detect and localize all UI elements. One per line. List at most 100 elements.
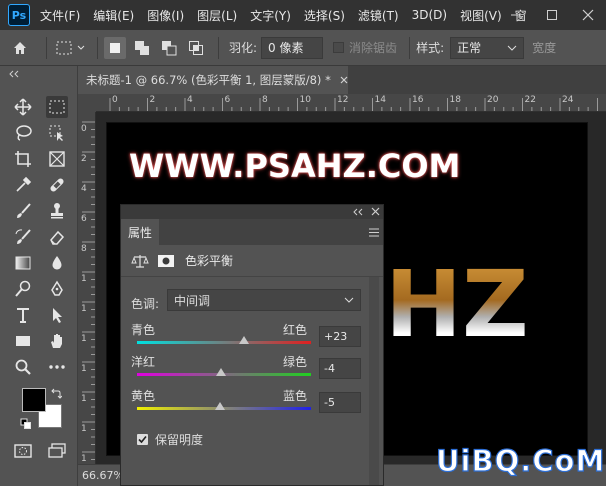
divider: [97, 36, 98, 59]
marquee-tool[interactable]: [46, 96, 68, 118]
eyedropper-icon: [16, 176, 32, 192]
menu-layer[interactable]: 图层(L): [197, 7, 237, 24]
panel-scrollbar[interactable]: [369, 277, 379, 485]
maximize-button[interactable]: [534, 0, 570, 30]
gradient-tool[interactable]: [12, 252, 34, 274]
frame-tool[interactable]: [46, 148, 68, 170]
slider-track[interactable]: [137, 341, 311, 344]
close-tab-icon[interactable]: [339, 75, 348, 85]
feather-input[interactable]: 0 像素: [261, 36, 324, 59]
quick-mask-button[interactable]: [12, 440, 34, 462]
minimize-button[interactable]: [498, 0, 534, 30]
preserve-luminosity-option[interactable]: 保留明度: [137, 431, 203, 448]
slider-value-input[interactable]: -4: [319, 358, 361, 379]
clone-stamp-tool[interactable]: [46, 200, 68, 222]
menu-select[interactable]: 选择(S): [304, 7, 345, 24]
close-window-button[interactable]: [570, 0, 606, 30]
foreground-color-swatch[interactable]: [22, 388, 46, 412]
lasso-tool[interactable]: [12, 122, 34, 144]
pen-tool[interactable]: [46, 278, 68, 300]
menu-filter[interactable]: 滤镜(T): [358, 7, 399, 24]
ruler-origin[interactable]: [78, 94, 96, 112]
more-tools-button[interactable]: [46, 356, 68, 378]
eraser-tool[interactable]: [46, 226, 68, 248]
default-colors-icon[interactable]: [20, 418, 32, 430]
home-icon: [14, 41, 26, 54]
tab-properties[interactable]: 属性: [121, 219, 159, 245]
collapse-panel-icon[interactable]: [8, 70, 20, 78]
more-icon: [49, 365, 65, 369]
subtract-selection-icon: [162, 40, 177, 55]
add-selection-button[interactable]: [131, 37, 153, 59]
ruler-label: 1: [81, 454, 87, 464]
preserve-luminosity-label: 保留明度: [155, 433, 204, 447]
brush-tool[interactable]: [12, 200, 34, 222]
menu-edit[interactable]: 编辑(E): [93, 7, 134, 24]
menu-image[interactable]: 图像(I): [147, 7, 184, 24]
document-tab-title: 未标题-1 @ 66.7% (色彩平衡 1, 图层蒙版/8) *: [86, 73, 331, 87]
ruler-label: 1: [81, 274, 87, 284]
slider-right-label: 绿色: [283, 355, 308, 369]
rectangle-tool[interactable]: [12, 330, 34, 352]
home-button[interactable]: [0, 36, 40, 60]
tone-select[interactable]: 中间调: [167, 289, 361, 311]
lasso-icon: [16, 125, 32, 141]
style-label: 样式:: [416, 41, 445, 55]
ruler-label: 12: [337, 95, 349, 105]
antialias-checkbox[interactable]: [333, 42, 345, 53]
new-selection-button[interactable]: [104, 36, 126, 59]
layer-mask-icon[interactable]: [157, 254, 175, 268]
zoom-tool[interactable]: [12, 356, 34, 378]
close-icon: [582, 9, 594, 21]
type-tool[interactable]: [12, 304, 34, 326]
style-select[interactable]: 正常: [450, 36, 525, 59]
slider-thumb[interactable]: [215, 368, 226, 376]
document-tab[interactable]: 未标题-1 @ 66.7% (色彩平衡 1, 图层蒙版/8) *: [78, 66, 348, 94]
type-icon: [17, 308, 29, 323]
vertical-ruler[interactable]: 0 2 4 6 8 1 1 1 1 1 1 1: [78, 112, 96, 464]
antialias-label: 消除锯齿: [349, 41, 398, 55]
subtract-selection-button[interactable]: [158, 37, 180, 59]
menu-type[interactable]: 文字(Y): [250, 7, 291, 24]
panel-menu-icon[interactable]: [369, 228, 379, 237]
tool-preset-picker[interactable]: [53, 36, 91, 60]
object-selection-tool[interactable]: [46, 122, 68, 144]
intersect-selection-button[interactable]: [185, 37, 207, 59]
slider-left-label: 青色: [131, 323, 156, 337]
menu-3d[interactable]: 3D(D): [412, 8, 447, 22]
dodge-tool[interactable]: [12, 278, 34, 300]
canvas-headline-text: WWW.PSAHZ.COM: [129, 147, 461, 185]
history-brush-tool[interactable]: [12, 226, 34, 248]
hand-icon: [51, 334, 62, 348]
document-tab-bar: 未标题-1 @ 66.7% (色彩平衡 1, 图层蒙版/8) *: [78, 66, 606, 94]
slider-right-label: 蓝色: [283, 389, 308, 403]
path-selection-tool[interactable]: [46, 304, 68, 326]
brush-icon: [17, 203, 31, 218]
slider-value-input[interactable]: +23: [319, 326, 361, 347]
hand-tool[interactable]: [46, 330, 68, 352]
dodge-icon: [15, 280, 31, 297]
swap-colors-icon[interactable]: [50, 388, 62, 400]
slider-value-input[interactable]: -5: [319, 392, 361, 413]
crop-tool[interactable]: [12, 148, 34, 170]
close-icon[interactable]: [371, 207, 380, 216]
menu-file[interactable]: 文件(F): [40, 7, 80, 24]
eyedropper-tool[interactable]: [12, 174, 34, 196]
menu-view[interactable]: 视图(V): [460, 7, 502, 24]
ruler-label: 24: [562, 95, 574, 105]
horizontal-ruler[interactable]: 0 2 4 6 8 10 12 14 16 18 20 22 24: [96, 94, 606, 112]
ruler-label: 14: [374, 95, 386, 105]
slider-thumb[interactable]: [214, 402, 225, 410]
healing-brush-tool[interactable]: [46, 174, 68, 196]
minimize-icon: [511, 14, 521, 16]
preserve-luminosity-checkbox[interactable]: [137, 434, 148, 445]
slider-thumb[interactable]: [239, 336, 249, 344]
marquee-preset-icon: [56, 41, 85, 54]
zoom-level[interactable]: 66.67%: [82, 469, 124, 482]
antialias-option[interactable]: 消除锯齿: [333, 39, 397, 56]
collapse-panel-icon[interactable]: [353, 208, 363, 216]
tone-value: 中间调: [174, 293, 211, 308]
move-tool[interactable]: [12, 96, 34, 118]
screen-mode-button[interactable]: [46, 440, 68, 462]
blur-tool[interactable]: [46, 252, 68, 274]
